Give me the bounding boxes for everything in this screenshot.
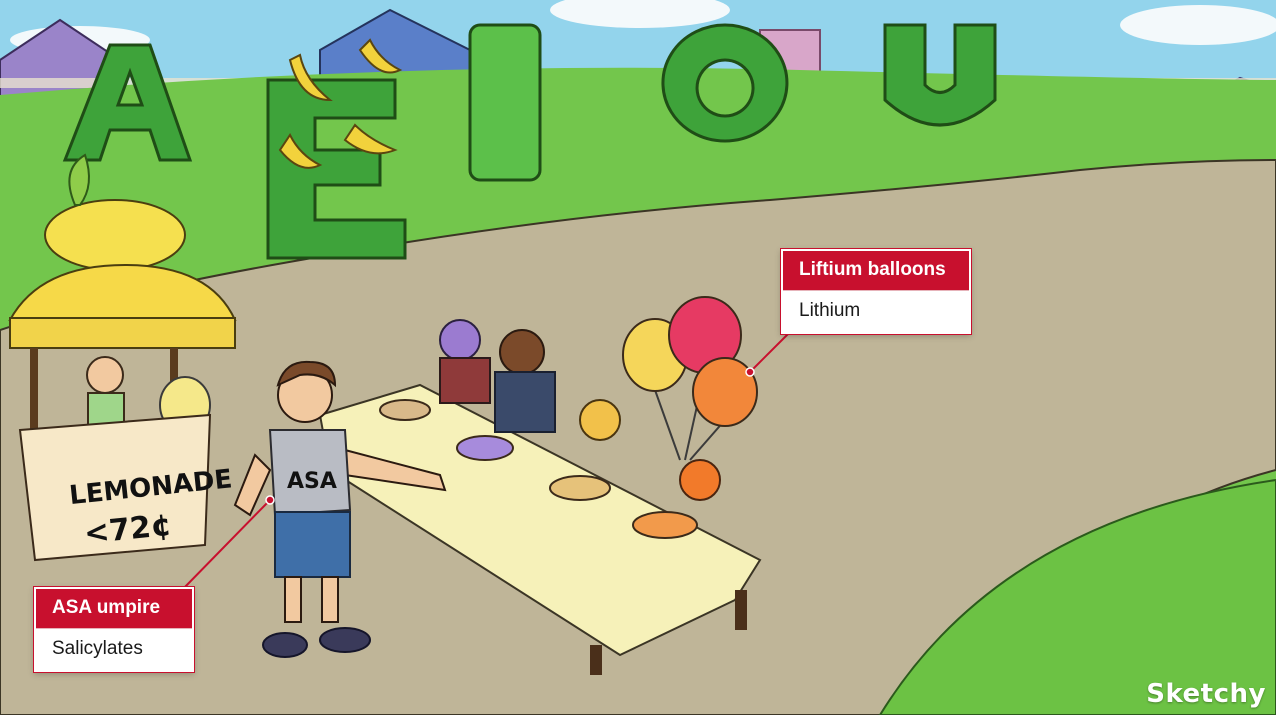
topiary-i — [468, 23, 542, 182]
umpire-leg — [321, 576, 339, 623]
stand-post — [30, 348, 38, 438]
vendor-head — [86, 356, 124, 394]
umpire-leg — [284, 576, 302, 623]
kid-head — [499, 329, 545, 375]
pie — [549, 475, 611, 501]
callout-liftium-balloons: Liftium balloons Lithium — [781, 249, 971, 334]
vest-label: ASA — [287, 469, 337, 494]
pointer-dot — [745, 367, 755, 377]
callout-body: Salicylates — [36, 628, 192, 670]
pie — [379, 399, 431, 421]
table-leg — [590, 645, 602, 675]
illustration-scene: LEMONADE <72¢ ASA ASA umpire Salicylates… — [0, 0, 1276, 715]
callout-header: ASA umpire — [36, 589, 192, 628]
kid-body — [439, 357, 491, 404]
callout-asa-umpire: ASA umpire Salicylates — [34, 587, 194, 672]
cloud — [1120, 5, 1276, 45]
kid-body — [494, 371, 556, 433]
callout-header: Liftium balloons — [783, 251, 969, 290]
kid-head — [439, 319, 481, 361]
brand-watermark: Sketchy — [1146, 679, 1266, 709]
kid-head — [579, 399, 621, 441]
umpire-shoe — [319, 627, 371, 653]
pie — [632, 511, 698, 539]
table-leg — [735, 590, 747, 630]
awning-trim — [9, 317, 236, 349]
kid-head — [679, 459, 721, 501]
giant-lemon — [44, 199, 186, 271]
pie — [456, 435, 514, 461]
pointer-dot — [265, 495, 275, 505]
callout-body: Lithium — [783, 290, 969, 332]
umpire-shorts — [274, 511, 351, 578]
umpire-shoe — [262, 632, 308, 658]
